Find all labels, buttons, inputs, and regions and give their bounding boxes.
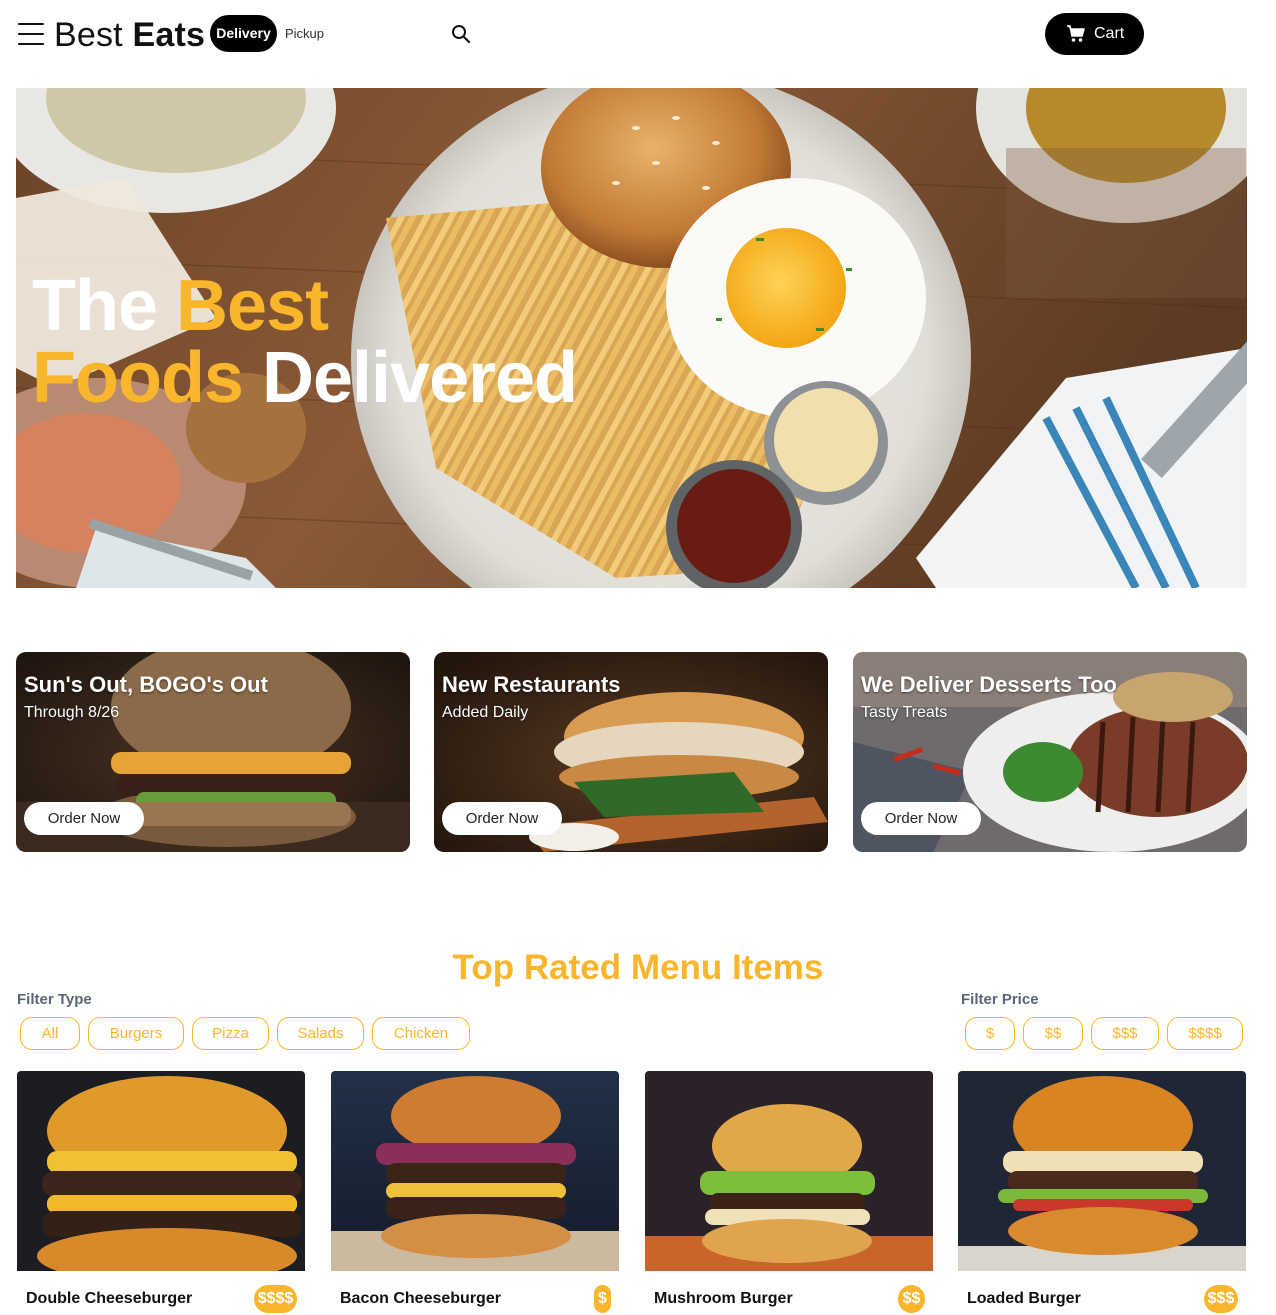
promo-title: Sun's Out, BOGO's Out [24, 672, 268, 697]
menu-item-name: Loaded Burger [967, 1290, 1081, 1307]
menu-item-card[interactable]: Bacon Cheeseburger $ [331, 1071, 619, 1315]
promo-subtitle: Through 8/26 [24, 704, 120, 721]
cart-button[interactable]: Cart [1045, 13, 1144, 55]
pickup-button[interactable]: Pickup [285, 15, 324, 52]
filter-price-4[interactable]: $$$$ [1167, 1017, 1243, 1050]
promo-title: We Deliver Desserts Too [861, 672, 1117, 697]
cart-label: Cart [1094, 25, 1125, 42]
menu-item-name: Mushroom Burger [654, 1290, 793, 1307]
hero-title: The Best Foods Delivered [32, 270, 578, 414]
section-title: Top Rated Menu Items [452, 948, 824, 987]
filter-price-label: Filter Price [961, 991, 1039, 1008]
filter-price-2[interactable]: $$ [1023, 1017, 1083, 1050]
order-now-button[interactable]: Order Now [442, 802, 562, 835]
menu-item-price-badge: $$$ [1204, 1285, 1238, 1313]
cart-icon [1067, 25, 1085, 42]
top-nav: Best Eats Delivery Pickup Cart [0, 0, 1276, 70]
hero-title-accent-1: Best [176, 266, 329, 346]
menu-item-card[interactable]: Double Cheeseburger $$$$ [17, 1071, 305, 1315]
menu-item-image [17, 1071, 305, 1271]
menu-item-price-badge: $ [594, 1285, 611, 1313]
filter-type-chicken[interactable]: Chicken [372, 1017, 470, 1050]
promo-title: New Restaurants [442, 672, 621, 697]
menu-item-card[interactable]: Loaded Burger $$$ [958, 1071, 1246, 1315]
logo-regular: Best [54, 16, 123, 54]
promo-subtitle: Tasty Treats [861, 704, 948, 721]
filter-type-label: Filter Type [17, 991, 92, 1008]
menu-item-image [331, 1071, 619, 1271]
menu-item-name: Double Cheeseburger [26, 1290, 193, 1307]
delivery-button[interactable]: Delivery [210, 15, 277, 52]
filter-type-all[interactable]: All [20, 1017, 80, 1050]
logo[interactable]: Best Eats [54, 15, 205, 55]
hero-title-white-2: Delivered [261, 338, 578, 418]
menu-item-price-badge: $$ [898, 1285, 925, 1313]
hero-title-accent-2: Foods [32, 338, 244, 418]
menu-item-image [958, 1071, 1246, 1271]
hero-title-white-1: The [32, 266, 158, 346]
delivery-pickup-toggle: Delivery Pickup [210, 15, 336, 52]
filter-price-3[interactable]: $$$ [1091, 1017, 1159, 1050]
filter-type-salads[interactable]: Salads [277, 1017, 364, 1050]
promo-card-bogo[interactable]: Sun's Out, BOGO's Out Through 8/26 Order… [16, 652, 410, 852]
promo-card-desserts[interactable]: We Deliver Desserts Too Tasty Treats Ord… [853, 652, 1247, 852]
menu-item-name: Bacon Cheeseburger [340, 1290, 501, 1307]
menu-item-image [645, 1071, 933, 1271]
menu-item-price-badge: $$$$ [254, 1285, 297, 1313]
hero-title-line-2: Foods Delivered [32, 342, 578, 414]
search-icon[interactable] [451, 24, 471, 44]
logo-bold: Eats [132, 16, 206, 54]
filter-type-pizza[interactable]: Pizza [192, 1017, 269, 1050]
filter-price-1[interactable]: $ [965, 1017, 1015, 1050]
order-now-button[interactable]: Order Now [861, 802, 981, 835]
filter-type-burgers[interactable]: Burgers [88, 1017, 184, 1050]
order-now-button[interactable]: Order Now [24, 802, 144, 835]
hamburger-menu-icon[interactable] [18, 22, 44, 46]
menu-item-card[interactable]: Mushroom Burger $$ [645, 1071, 933, 1315]
hero-banner: The Best Foods Delivered [16, 88, 1247, 588]
hero-title-line-1: The Best [32, 270, 577, 342]
promo-subtitle: Added Daily [442, 704, 529, 721]
promo-card-new-restaurants[interactable]: New Restaurants Added Daily Order Now [434, 652, 828, 852]
